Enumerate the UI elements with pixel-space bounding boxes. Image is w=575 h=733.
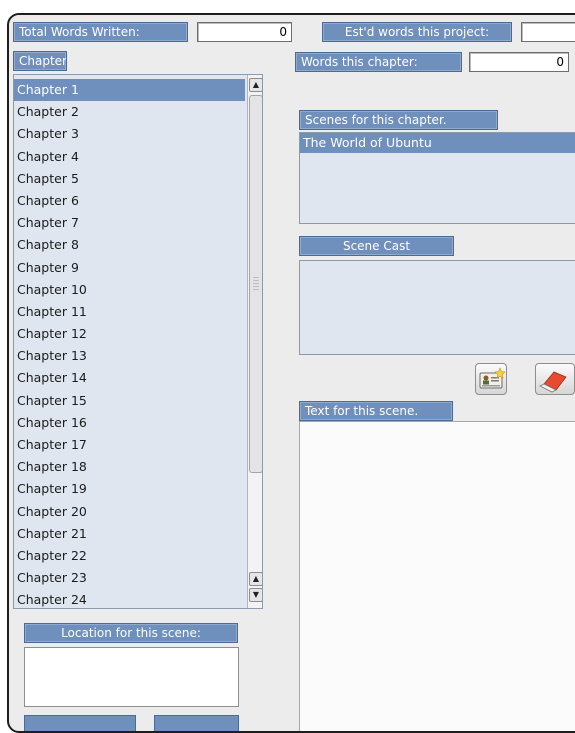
chapter-item[interactable]: Chapter 20 [14, 501, 245, 523]
id-card-add-icon [479, 367, 506, 389]
chapters-list[interactable]: Chapter 1 Chapter 2 Chapter 3 Chapter 4 Chap… [13, 74, 263, 609]
scene-item[interactable]: The World of Ubuntu [300, 133, 575, 153]
total-words-label: Total Words Written: [13, 22, 188, 42]
est-words-label: Est'd words this project: [322, 22, 512, 42]
chapter-item[interactable]: Chapter 13 [14, 345, 245, 367]
est-words-field[interactable]: 7 [521, 22, 575, 42]
words-chapter-label: Words this chapter: [295, 52, 462, 72]
chapter-item[interactable]: Chapter 17 [14, 434, 245, 456]
scroll-up-button-lower[interactable]: ▲ [249, 572, 262, 586]
location-header: Location for this scene: [24, 623, 238, 643]
chapter-item[interactable]: Chapter 23 [14, 567, 245, 589]
chapter-item[interactable]: Chapter 6 [14, 190, 245, 212]
chapter-item[interactable]: Chapter 24 [14, 589, 245, 608]
erase-button[interactable] [535, 363, 575, 395]
eraser-icon [539, 371, 567, 393]
chapter-item[interactable]: Chapter 21 [14, 523, 245, 545]
scene-text-area[interactable] [299, 421, 575, 731]
app-window: Total Words Written: 0 Est'd words this … [7, 13, 575, 733]
scene-text-header: Text for this scene. [299, 401, 453, 421]
chapter-item[interactable]: Chapter 18 [14, 456, 245, 478]
location-field[interactable] [24, 647, 239, 707]
scroll-down-button[interactable]: ▼ [249, 588, 262, 602]
scene-cast-header: Scene Cast [299, 236, 454, 256]
chapter-item[interactable]: Chapter 10 [14, 279, 245, 301]
scene-cast-list[interactable] [299, 260, 575, 355]
scenes-list[interactable]: The World of Ubuntu [299, 132, 575, 224]
total-words-field[interactable]: 0 [197, 22, 292, 42]
chapter-item[interactable]: Chapter 3 [14, 123, 245, 145]
chapter-item[interactable]: Chapter 8 [14, 234, 245, 256]
chapter-item[interactable]: Chapter 7 [14, 212, 245, 234]
scrollbar-thumb[interactable] [249, 95, 262, 473]
chapter-items: Chapter 1 Chapter 2 Chapter 3 Chapter 4 Chap… [14, 79, 245, 608]
scenes-header: Scenes for this chapter. [299, 110, 498, 130]
chapters-header: Chapters [13, 51, 67, 71]
chapter-item[interactable]: Chapter 15 [14, 390, 245, 412]
chapter-item[interactable]: Chapter 12 [14, 323, 245, 345]
chapter-item[interactable]: Chapter 5 [14, 168, 245, 190]
chapter-item[interactable]: Chapter 14 [14, 367, 245, 389]
chapter-item[interactable]: Chapter 4 [14, 146, 245, 168]
chapters-scrollbar[interactable]: ▲ ▲ ▼ [247, 75, 262, 608]
bottom-button-right[interactable] [154, 715, 239, 731]
scroll-up-button[interactable]: ▲ [249, 78, 262, 92]
chapter-item[interactable]: Chapter 16 [14, 412, 245, 434]
chapter-item[interactable]: Chapter 1 [14, 79, 245, 102]
chapter-item[interactable]: Chapter 11 [14, 301, 245, 323]
add-cast-button[interactable] [475, 363, 507, 395]
chapter-item[interactable]: Chapter 22 [14, 545, 245, 567]
words-chapter-field[interactable]: 0 [469, 52, 569, 72]
bottom-button-left[interactable] [24, 715, 136, 731]
chapter-item[interactable]: Chapter 19 [14, 478, 245, 500]
chapter-item[interactable]: Chapter 9 [14, 257, 245, 279]
grip-icon [253, 277, 259, 291]
chapter-item[interactable]: Chapter 2 [14, 101, 245, 123]
